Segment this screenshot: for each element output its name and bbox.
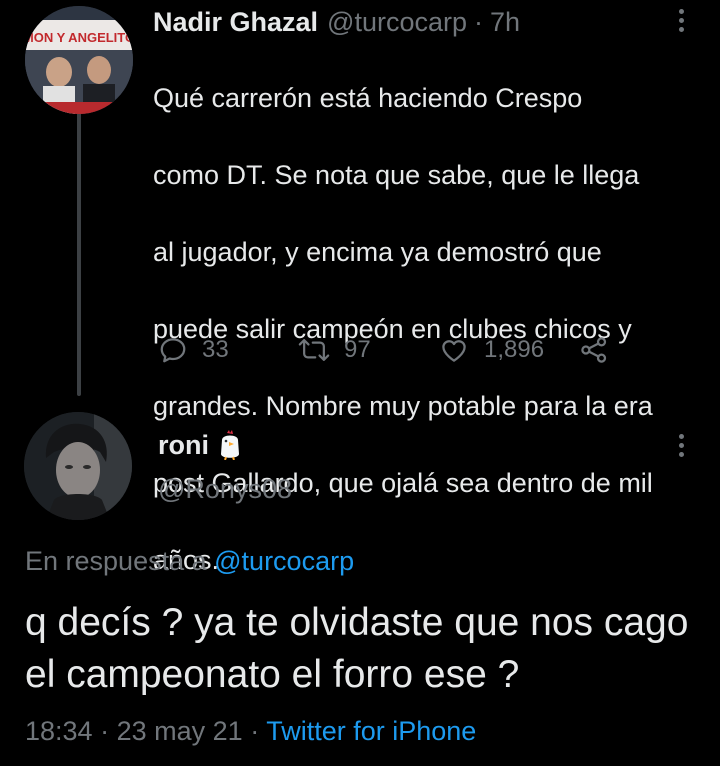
tweet-time[interactable]: 7h: [490, 7, 520, 38]
tweet-text-line: grandes. Nombre muy potable para la era: [153, 390, 653, 421]
reply-author-name[interactable]: roni: [158, 430, 209, 461]
share-button[interactable]: [578, 330, 610, 370]
in-reply-prefix: En respuesta a: [25, 546, 207, 576]
parent-tweet-header: Nadir Ghazal @turcocarp · 7h: [153, 2, 520, 42]
reply-tweet-meta: 18:34 · 23 may 21 · Twitter for iPhone: [25, 716, 476, 747]
more-vertical-icon: [678, 433, 684, 439]
reply-count: 33: [202, 336, 229, 363]
separator-dot: ·: [100, 716, 110, 746]
parent-author-avatar[interactable]: MON Y ANGELITO: [25, 6, 133, 114]
tweet-date[interactable]: 23 may 21: [117, 716, 243, 746]
in-reply-handle-link[interactable]: @turcocarp: [214, 546, 354, 576]
tweet-text-line: al jugador, y encima ya demostró que: [153, 236, 602, 267]
reply-icon: [160, 338, 186, 363]
author-handle[interactable]: @turcocarp: [327, 7, 467, 38]
author-name[interactable]: Nadir Ghazal: [153, 7, 318, 38]
more-vertical-icon: [678, 8, 684, 14]
parent-more-options-button[interactable]: [666, 0, 696, 40]
tweet-source-link[interactable]: Twitter for iPhone: [266, 716, 476, 746]
like-count: 1,896: [484, 336, 545, 363]
in-reply-to: En respuesta a @turcocarp: [25, 546, 354, 577]
avatar-photo: [24, 412, 132, 520]
chicken-emoji-icon: [221, 430, 239, 460]
parent-tweet-text: Qué carrerón está haciendo Crespo como D…: [153, 40, 705, 618]
retweet-button[interactable]: 97: [298, 330, 371, 370]
reply-more-options-button[interactable]: [666, 425, 696, 465]
separator-dot: ·: [250, 716, 260, 746]
reply-tweet-text: q decís ? ya te olvidaste que nos cago e…: [25, 601, 689, 696]
reply-author-name-row[interactable]: roni: [158, 425, 241, 465]
avatar-banner-text: MON Y ANGELITO: [25, 30, 133, 45]
thread-connector-line: [77, 108, 81, 396]
avatar-photo: MON Y ANGELITO: [25, 6, 133, 114]
tweet-time[interactable]: 18:34: [25, 716, 93, 746]
heart-icon: [442, 340, 466, 362]
tweet-text-line: como DT. Se nota que sabe, que le llega: [153, 159, 640, 190]
retweet-icon: [298, 339, 330, 361]
reply-button[interactable]: 33: [158, 330, 229, 370]
retweet-count: 97: [344, 336, 371, 363]
reply-author-handle[interactable]: @Ronys08: [158, 474, 292, 505]
tweet-text-line: Qué carrerón está haciendo Crespo: [153, 82, 583, 113]
reply-author-avatar[interactable]: [24, 412, 132, 520]
tweet-action-bar: 33 97 1,896: [153, 330, 623, 370]
share-icon: [581, 337, 607, 363]
like-button[interactable]: 1,896: [438, 330, 544, 370]
separator-dot: ·: [474, 6, 484, 37]
